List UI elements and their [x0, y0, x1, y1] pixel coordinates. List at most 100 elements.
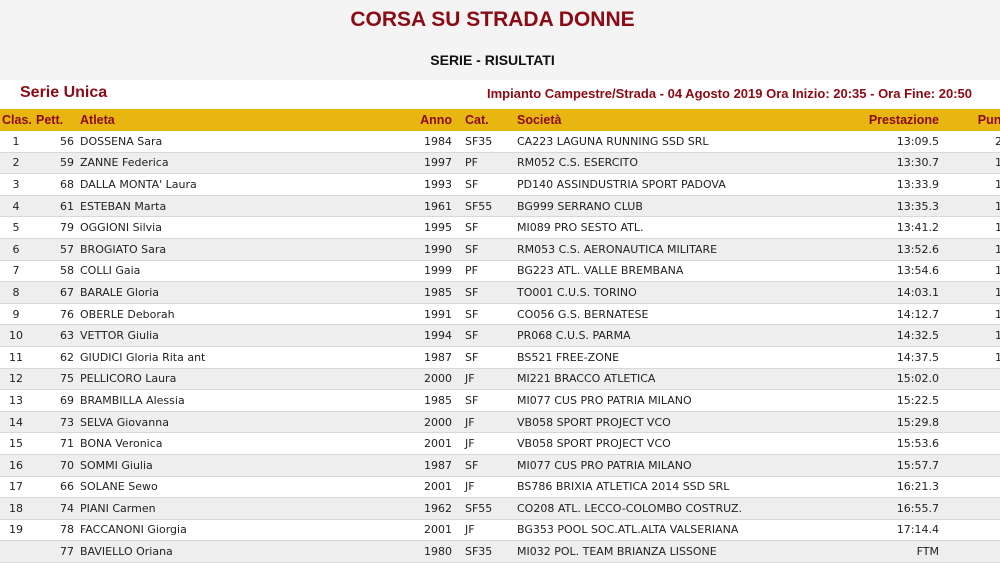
- cell-punti: 7: [939, 411, 1000, 434]
- cell-atleta: DOSSENA Sara: [78, 131, 418, 153]
- cell-punti: 18: [939, 173, 1000, 196]
- cell-pett: 78: [32, 519, 78, 542]
- cell-punti: [939, 540, 1000, 563]
- cell-societa: RM052 C.S. ESERCITO: [515, 152, 857, 175]
- cell-clas: 6: [0, 238, 32, 261]
- cell-clas: 10: [0, 324, 32, 347]
- cell-cat: SF55: [458, 195, 515, 218]
- table-row: 15 71 BONA Veronica 2001 JF VB058 SPORT PROJE…: [0, 432, 1000, 455]
- cell-anno: 1991: [418, 303, 458, 326]
- cell-societa: RM053 C.S. AERONAUTICA MILITARE: [515, 238, 857, 261]
- cell-anno: 1997: [418, 152, 458, 175]
- cell-pett: 66: [32, 476, 78, 499]
- cell-cat: SF35: [458, 131, 515, 153]
- cell-atleta: SOMMI Giulia: [78, 454, 418, 477]
- table-row: 12 75 PELLICORO Laura 2000 JF MI221 BRACCO AT…: [0, 368, 1000, 391]
- cell-pett: 71: [32, 432, 78, 455]
- cell-prestazione: 15:29.8: [857, 411, 939, 434]
- table-row: 17 66 SOLANE Sewo 2001 JF BS786 BRIXIA ATLETI…: [0, 476, 1000, 499]
- cell-anno: 2001: [418, 432, 458, 455]
- cell-atleta: OGGIONI Silvia: [78, 216, 418, 239]
- cell-pett: 77: [32, 540, 78, 563]
- cell-pett: 73: [32, 411, 78, 434]
- cell-societa: BG353 POOL SOC.ATL.ALTA VALSERIANA: [515, 519, 857, 542]
- cell-pett: 61: [32, 195, 78, 218]
- cell-anno: 1985: [418, 389, 458, 412]
- cell-cat: JF: [458, 411, 515, 434]
- cell-pett: 57: [32, 238, 78, 261]
- cell-pett: 56: [32, 131, 78, 153]
- cell-clas: 1: [0, 131, 32, 153]
- serie-name: Serie Unica: [20, 84, 108, 101]
- table-row: 9 76 OBERLE Deborah 1991 SF CO056 G.S. BERNAT…: [0, 303, 1000, 326]
- cell-cat: PF: [458, 152, 515, 175]
- cell-clas: 9: [0, 303, 32, 326]
- col-header-prestazione: Prestazione: [857, 109, 939, 131]
- cell-prestazione: 13:41.2: [857, 216, 939, 239]
- cell-atleta: PELLICORO Laura: [78, 368, 418, 391]
- cell-punti: 17: [939, 195, 1000, 218]
- cell-anno: 1961: [418, 195, 458, 218]
- cell-cat: SF: [458, 173, 515, 196]
- cell-atleta: SELVA Giovanna: [78, 411, 418, 434]
- col-header-cat: Cat.: [458, 109, 515, 131]
- cell-punti: 19: [939, 152, 1000, 175]
- cell-atleta: BRAMBILLA Alessia: [78, 389, 418, 412]
- cell-clas: 3: [0, 173, 32, 196]
- page-title: CORSA SU STRADA DONNE: [350, 8, 635, 31]
- cell-pett: 59: [32, 152, 78, 175]
- cell-pett: 58: [32, 260, 78, 283]
- cell-pett: 70: [32, 454, 78, 477]
- table-row: 18 74 PIANI Carmen 1962 SF55 CO208 ATL. LECCO…: [0, 497, 1000, 520]
- cell-pett: 74: [32, 497, 78, 520]
- table-row: 3 68 DALLA MONTA' Laura 1993 SF PD140 ASSINDU…: [0, 173, 1000, 196]
- results-table: Clas. Pett. Atleta Anno Cat. Società Pre…: [0, 109, 1000, 563]
- cell-societa: MI032 POL. TEAM BRIANZA LISSONE: [515, 540, 857, 563]
- cell-clas: 15: [0, 432, 32, 455]
- cell-anno: 1999: [418, 260, 458, 283]
- cell-anno: 1990: [418, 238, 458, 261]
- table-row: 7 58 COLLI Gaia 1999 PF BG223 ATL. VALLE BREM…: [0, 260, 1000, 283]
- cell-anno: 1995: [418, 216, 458, 239]
- cell-clas: 11: [0, 346, 32, 369]
- page-subtitle: SERIE - RISULTATI: [430, 52, 555, 68]
- cell-prestazione: 13:54.6: [857, 260, 939, 283]
- cell-punti: 20: [939, 131, 1000, 153]
- cell-prestazione: 13:30.7: [857, 152, 939, 175]
- cell-societa: BG999 SERRANO CLUB: [515, 195, 857, 218]
- cell-punti: 3: [939, 497, 1000, 520]
- cell-atleta: VETTOR Giulia: [78, 324, 418, 347]
- cell-clas: 13: [0, 389, 32, 412]
- cell-anno: 1962: [418, 497, 458, 520]
- cell-pett: 69: [32, 389, 78, 412]
- cell-atleta: BAVIELLO Oriana: [78, 540, 418, 563]
- cell-punti: 11: [939, 324, 1000, 347]
- cell-punti: 2: [939, 519, 1000, 542]
- cell-cat: SF55: [458, 497, 515, 520]
- table-row: 77 BAVIELLO Oriana 1980 SF35 MI032 POL. TEAM…: [0, 540, 1000, 563]
- cell-punti: 5: [939, 454, 1000, 477]
- cell-punti: 13: [939, 281, 1000, 304]
- cell-atleta: PIANI Carmen: [78, 497, 418, 520]
- cell-clas: 12: [0, 368, 32, 391]
- cell-pett: 63: [32, 324, 78, 347]
- cell-atleta: BARALE Gloria: [78, 281, 418, 304]
- cell-atleta: DALLA MONTA' Laura: [78, 173, 418, 196]
- cell-anno: 1994: [418, 324, 458, 347]
- cell-societa: VB058 SPORT PROJECT VCO: [515, 411, 857, 434]
- cell-prestazione: 15:22.5: [857, 389, 939, 412]
- cell-punti: 6: [939, 432, 1000, 455]
- cell-cat: JF: [458, 476, 515, 499]
- cell-prestazione: 14:32.5: [857, 324, 939, 347]
- table-row: 5 79 OGGIONI Silvia 1995 SF MI089 PRO SESTO A…: [0, 216, 1000, 239]
- cell-pett: 62: [32, 346, 78, 369]
- cell-societa: TO001 C.U.S. TORINO: [515, 281, 857, 304]
- cell-societa: BS521 FREE-ZONE: [515, 346, 857, 369]
- cell-prestazione: 14:03.1: [857, 281, 939, 304]
- cell-punti: 15: [939, 238, 1000, 261]
- cell-cat: JF: [458, 432, 515, 455]
- cell-cat: SF: [458, 454, 515, 477]
- cell-clas: 8: [0, 281, 32, 304]
- serie-info: Impianto Campestre/Strada - 04 Agosto 20…: [487, 86, 972, 101]
- cell-prestazione: FTM: [857, 540, 939, 563]
